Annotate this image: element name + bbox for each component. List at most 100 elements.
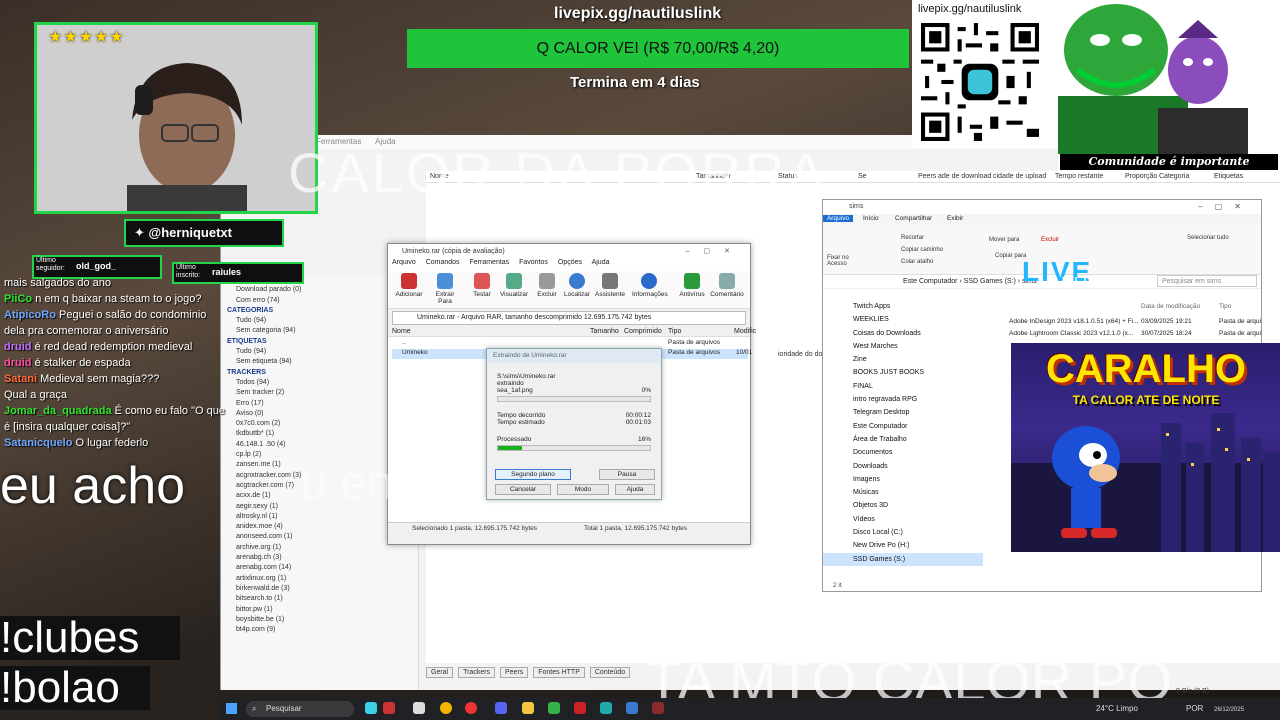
language[interactable]: POR (1186, 704, 1203, 713)
explorer-window-controls[interactable]: –▢✕ (1198, 202, 1253, 211)
explorer-col-type[interactable]: Tipo (1219, 303, 1231, 310)
tool-add[interactable]: Adicionar (392, 273, 426, 298)
help-button[interactable]: Ajuda (615, 484, 655, 495)
explorer-tab-home[interactable]: Início (863, 215, 879, 222)
qb-col-seeds[interactable]: Se (858, 173, 867, 180)
qb-tab-content[interactable]: Conteúdo (589, 667, 631, 678)
winrar-menu-commands[interactable]: Comandos (426, 259, 460, 266)
explorer-col-date[interactable]: Data de modificação (1141, 303, 1200, 310)
qb-col-upload-speed[interactable]: cidade de upload (993, 173, 1046, 180)
explorer-nav-item[interactable]: Zine (823, 353, 983, 366)
explorer-nav-item[interactable]: Objetos 3D (823, 499, 983, 512)
qbittorrent-icon[interactable] (626, 702, 638, 714)
winrar-menu-file[interactable]: Arquivo (392, 259, 416, 266)
qb-sidebar-item[interactable]: bt4p.com (9) (221, 625, 418, 635)
winrar-col-type[interactable]: Tipo (668, 328, 681, 335)
qb-col-download-speed[interactable]: ade de download (938, 173, 991, 180)
explorer-nav-item[interactable]: West Marches (823, 340, 983, 353)
winrar-col-size[interactable]: Tamanho (590, 328, 619, 335)
qb-col-category[interactable]: Categoria (1159, 173, 1189, 180)
explorer-nav-item[interactable]: BOOKS JUST BOOKS (823, 366, 983, 379)
explorer-tab-share[interactable]: Compartilhar (895, 215, 932, 222)
winrar-menu-help[interactable]: Ajuda (592, 259, 610, 266)
ribbon-select-all[interactable]: Selecionar tudo (1187, 235, 1229, 241)
clock-date[interactable]: 26/12/2025 (1214, 707, 1244, 713)
background-button[interactable]: Segundo plano (495, 469, 571, 480)
qb-col-eta[interactable]: Tempo restante (1055, 173, 1103, 180)
ribbon-copy-path[interactable]: Copiar caminho (901, 247, 943, 253)
winrar-window-controls[interactable]: –▢✕ (686, 244, 744, 259)
pause-button[interactable]: Pausa (599, 469, 655, 480)
explorer-nav-item[interactable]: Documentos (823, 446, 983, 459)
chrome-icon[interactable] (440, 702, 452, 714)
discord-icon[interactable] (495, 702, 507, 714)
explorer-nav-item[interactable]: Twitch Apps (823, 300, 983, 313)
qb-col-peers[interactable]: Peers (918, 173, 936, 180)
explorer-file-row[interactable]: Adobe InDesign 2023 v18.1.0.51 (x64) + F… (995, 318, 1263, 330)
explorer-nav-item[interactable]: New Drive Po (H:) (823, 539, 983, 552)
explorer-nav-item[interactable]: Vídeos (823, 513, 983, 526)
qb-col-ratio[interactable]: Proporção (1125, 173, 1157, 180)
obs-icon[interactable] (574, 702, 586, 714)
qb-sidebar-item[interactable]: bitsearch.to (1) (221, 594, 418, 604)
tool-antivirus[interactable]: Antivírus (675, 273, 709, 298)
tool-delete[interactable]: Excluir (530, 273, 564, 298)
winrar-path-bar[interactable]: Umineko.rar - Arquivo RAR, tamanho desco… (392, 311, 746, 325)
winrar-icon[interactable] (652, 702, 664, 714)
winrar-col-name[interactable]: Nome (392, 328, 411, 335)
explorer-nav-item[interactable]: intro regravada RPG (823, 393, 983, 406)
tool-find[interactable]: Localizar (560, 273, 594, 298)
explorer-nav-item[interactable]: Downloads (823, 460, 983, 473)
winrar-menu-tools[interactable]: Ferramentas (470, 259, 510, 266)
tool-view[interactable]: Visualizar (497, 273, 531, 298)
ribbon-cut[interactable]: Recortar (901, 235, 924, 241)
tool-info[interactable]: Informações (632, 273, 668, 298)
weather[interactable]: 24°C Limpo (1096, 704, 1138, 713)
qb-sidebar-item[interactable]: bittor.pw (1) (221, 605, 418, 615)
qb-sidebar-item[interactable]: arenabg.ch (3) (221, 553, 418, 563)
chat-username[interactable]: PiiCo (4, 293, 32, 305)
winrar-menu-favorites[interactable]: Favoritos (519, 259, 548, 266)
qb-tab-general[interactable]: Geral (426, 667, 454, 678)
tool-extract-to[interactable]: Extrair Para (428, 273, 462, 305)
chat-username[interactable]: druid (4, 357, 32, 369)
winrar-menu-options[interactable]: Opções (558, 259, 582, 266)
app-icon-3[interactable] (548, 702, 560, 714)
taskbar-search[interactable]: ⌕ Pesquisar (246, 701, 354, 717)
ribbon-move-to[interactable]: Mover para (989, 237, 1019, 243)
ribbon-delete[interactable]: Excluir (1041, 237, 1059, 243)
qb-sidebar-item[interactable]: artixlinux.org (1) (221, 574, 418, 584)
chat-username[interactable]: druid (4, 341, 32, 353)
tool-wizard[interactable]: Assistente (593, 273, 627, 298)
tool-test[interactable]: Testar (465, 273, 499, 298)
windows-start-icon[interactable] (226, 703, 237, 714)
explorer-nav-item[interactable]: Telegram Desktop (823, 406, 983, 419)
address-part-pc[interactable]: Este Computador (903, 278, 957, 285)
explorer-nav-item[interactable]: Área de Trabalho (823, 433, 983, 446)
app-icon-1[interactable] (365, 702, 377, 714)
mode-button[interactable]: Modo (557, 484, 609, 495)
tool-comment[interactable]: Comentário (710, 273, 744, 298)
chat-username[interactable]: Jomar_da_quadrada (4, 405, 112, 417)
explorer-nav-item[interactable]: SSD Games (S:) (823, 552, 983, 566)
qb-col-tags[interactable]: Etiquetas (1214, 173, 1243, 180)
cancel-button[interactable]: Cancelar (495, 484, 551, 495)
explorer-nav-item[interactable]: WEEKLIES (823, 313, 983, 326)
qb-tab-trackers[interactable]: Trackers (458, 667, 496, 678)
app-icon-4[interactable] (600, 702, 612, 714)
explorer-nav-item[interactable]: FINAL (823, 380, 983, 393)
qb-tab-peers[interactable]: Peers (500, 667, 529, 678)
task-view-icon[interactable] (413, 702, 425, 714)
qb-tab-http-sources[interactable]: Fontes HTTP (533, 667, 585, 678)
explorer-file-row[interactable]: Adobe Lightroom Classic 2023 v12.1.0 (x.… (995, 330, 1263, 342)
explorer-nav-item[interactable]: Disco Local (C:) (823, 526, 983, 539)
qb-sidebar-item[interactable]: birkenwald.de (3) (221, 584, 418, 594)
explorer-nav-item[interactable]: Imagens (823, 473, 983, 486)
ribbon-paste-shortcut[interactable]: Colar atalho (901, 259, 933, 265)
winrar-col-compressed[interactable]: Comprimido (624, 328, 662, 335)
explorer-icon[interactable] (522, 702, 534, 714)
qb-sidebar-item[interactable]: arenabg.com (14) (221, 563, 418, 573)
chat-username[interactable]: Satanicquelo (4, 437, 72, 449)
explorer-nav-item[interactable]: Este Computador (823, 420, 983, 433)
explorer-tab-view[interactable]: Exibir (947, 215, 963, 222)
